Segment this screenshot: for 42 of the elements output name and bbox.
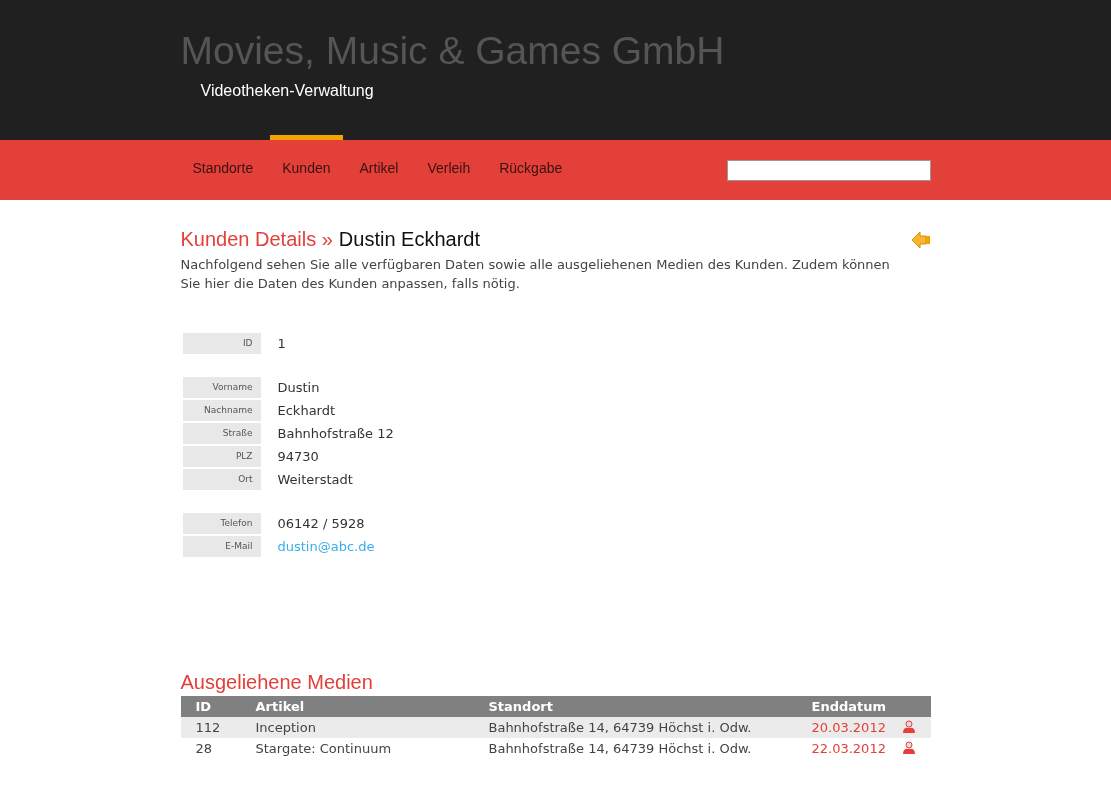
search-field[interactable] bbox=[726, 159, 931, 181]
email-link[interactable]: dustin@abc.de bbox=[277, 539, 375, 554]
field-label: Straße bbox=[182, 423, 261, 444]
field-label: ID bbox=[182, 333, 261, 354]
table-cell: 28 bbox=[180, 738, 241, 759]
app-subtitle: Videotheken-Verwaltung bbox=[200, 82, 375, 100]
column-header: Artikel bbox=[240, 696, 474, 717]
column-header: ID bbox=[180, 696, 241, 717]
nav-tab[interactable]: Kunden bbox=[270, 135, 343, 200]
field-label: PLZ bbox=[182, 446, 261, 467]
nav-tab[interactable]: Standorte bbox=[180, 135, 266, 200]
column-header: Standort bbox=[473, 696, 797, 717]
person-icon[interactable] bbox=[902, 719, 915, 733]
field-value: Bahnhofstraße 12 bbox=[277, 426, 394, 441]
field-value: Dustin bbox=[277, 380, 320, 395]
description-text: Nachfolgend sehen Sie alle verfügbaren Daten sowie alle ausgeliehenen Medien des Kunden. Zudem können Sie hier die Daten des Kunden anpassen, falls nötig. bbox=[180, 256, 891, 293]
field-value: Eckhardt bbox=[277, 403, 336, 418]
back-arrow-icon[interactable] bbox=[910, 230, 931, 249]
field-label: Vorname bbox=[182, 377, 261, 398]
table-cell: Bahnhofstraße 14, 64739 Höchst i. Odw. bbox=[473, 738, 797, 759]
field-label: Nachname bbox=[182, 400, 261, 421]
person-icon[interactable] bbox=[902, 740, 915, 754]
nav-tab[interactable]: Verleih bbox=[415, 135, 483, 200]
field-label: Telefon bbox=[182, 513, 261, 534]
customer-name: Dustin Eckhardt bbox=[338, 228, 480, 251]
nav-tab[interactable]: Artikel bbox=[347, 135, 411, 200]
field-label: Ort bbox=[182, 469, 261, 490]
nav-tab[interactable]: Rückgabe bbox=[487, 135, 575, 200]
table-cell: 20.03.2012 bbox=[796, 717, 888, 738]
table-cell: 112 bbox=[180, 717, 241, 738]
column-header: Enddatum bbox=[796, 696, 888, 717]
field-value: 94730 bbox=[277, 449, 319, 464]
field-value: 1 bbox=[277, 336, 286, 351]
table-cell: Stargate: Continuum bbox=[240, 738, 474, 759]
table-cell: Inception bbox=[240, 717, 474, 738]
field-label: E-Mail bbox=[182, 536, 261, 557]
section-title: Ausgeliehene Medien bbox=[180, 671, 374, 694]
field-value: Weiterstadt bbox=[277, 472, 353, 487]
field-value: 06142 / 5928 bbox=[277, 516, 365, 531]
table-cell: 22.03.2012 bbox=[796, 738, 888, 759]
table-cell: Bahnhofstraße 14, 64739 Höchst i. Odw. bbox=[473, 717, 797, 738]
breadcrumb-link[interactable]: Kunden Details » bbox=[180, 228, 333, 251]
